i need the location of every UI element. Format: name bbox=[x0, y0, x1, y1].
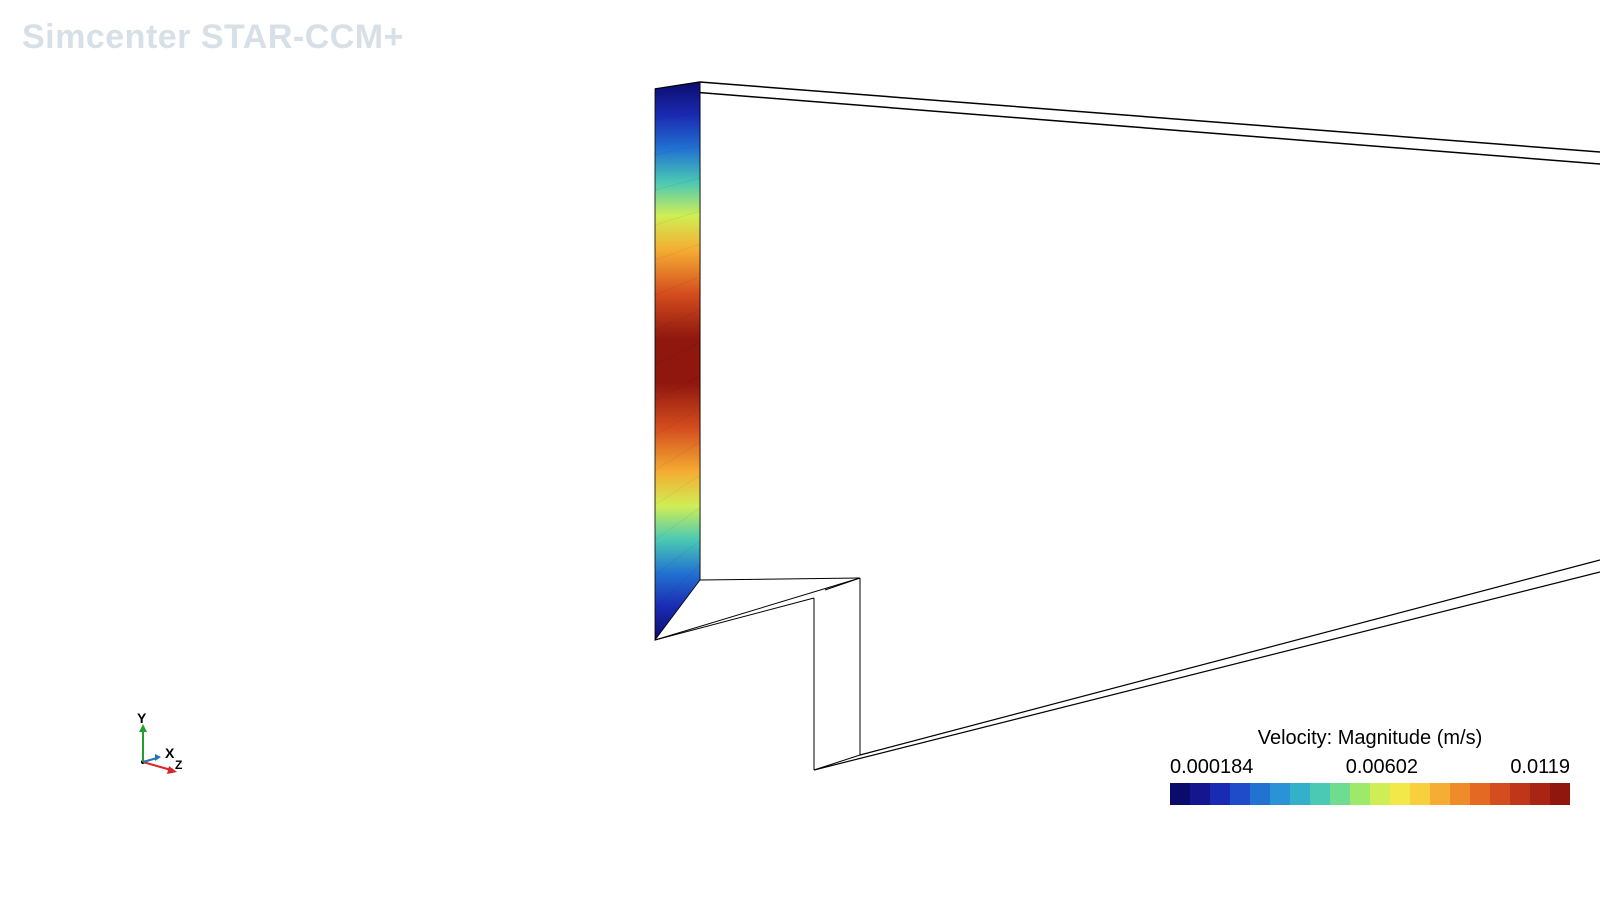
triad-x-label: X bbox=[165, 745, 174, 761]
orientation-triad[interactable]: Y X Z bbox=[125, 720, 185, 780]
legend-tick-min: 0.000184 bbox=[1170, 756, 1253, 779]
triad-y-label: Y bbox=[137, 710, 146, 726]
legend-title: Velocity: Magnitude (m/s) bbox=[1170, 727, 1570, 750]
color-legend[interactable]: Velocity: Magnitude (m/s) 0.000184 0.006… bbox=[1170, 727, 1570, 805]
legend-ticks: 0.000184 0.00602 0.0119 bbox=[1170, 756, 1570, 779]
triad-z-label: Z bbox=[175, 758, 182, 772]
legend-tick-mid: 0.00602 bbox=[1346, 756, 1418, 779]
legend-tick-max: 0.0119 bbox=[1510, 756, 1570, 779]
legend-colorbar bbox=[1170, 783, 1570, 805]
inlet-scalar-plane bbox=[655, 82, 700, 640]
scene-viewport[interactable]: Simcenter STAR-CCM+ bbox=[0, 0, 1600, 915]
